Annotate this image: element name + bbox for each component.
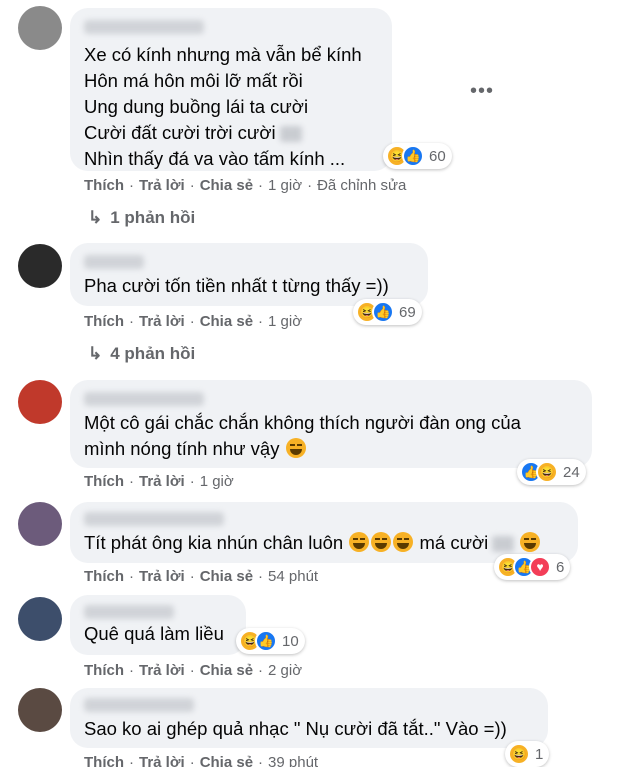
author-name[interactable]	[84, 512, 224, 526]
like-icon: 👍	[372, 301, 394, 323]
timestamp[interactable]: 1 giờ	[268, 313, 302, 330]
reaction-count: 1	[535, 745, 544, 763]
comment-actions: Thích · Trả lời · Chia sẻ · 2 giờ	[84, 662, 303, 679]
reaction-count: 24	[563, 463, 580, 481]
love-icon: ♥	[529, 556, 551, 578]
blurred-emoji	[279, 126, 302, 143]
edited-label: Đã chỉnh sửa	[317, 177, 407, 194]
reaction-count: 6	[556, 558, 565, 576]
avatar[interactable]	[18, 244, 62, 288]
haha-emoji-icon	[393, 532, 414, 552]
share-button[interactable]: Chia sẻ	[200, 662, 253, 679]
like-icon: 👍	[402, 145, 424, 167]
like-button[interactable]: Thích	[84, 754, 124, 767]
timestamp[interactable]: 54 phút	[268, 568, 318, 585]
author-name[interactable]	[84, 698, 194, 712]
like-button[interactable]: Thích	[84, 568, 124, 585]
haha-icon: 😆	[536, 461, 558, 483]
comment-text: Pha cười tốn tiền nhất t từng thấy =))	[84, 275, 389, 296]
comment-text: Sao ko ai ghép quả nhạc " Nụ cười đã tắt…	[84, 718, 507, 739]
comment-text: Một cô gái chắc chắn không thích người đ…	[84, 412, 521, 459]
reaction-count: 10	[282, 632, 299, 650]
share-button[interactable]: Chia sẻ	[200, 754, 253, 767]
haha-icon: 😆	[508, 743, 530, 765]
reply-button[interactable]: Trả lời	[139, 568, 185, 585]
like-icon: 👍	[255, 630, 277, 652]
reaction-summary[interactable]: 😆 👍 10	[236, 628, 305, 654]
author-name[interactable]	[84, 255, 144, 269]
rofl-emoji-icon	[285, 438, 306, 458]
reply-button[interactable]: Trả lời	[139, 177, 185, 194]
view-replies-link[interactable]: ↳ 1 phản hồi	[88, 208, 195, 228]
share-button[interactable]: Chia sẻ	[200, 313, 253, 330]
like-button[interactable]: Thích	[84, 177, 124, 194]
like-button[interactable]: Thích	[84, 662, 124, 679]
comment-text: Xe có kính nhưng mà vẫn bể kính Hôn má h…	[84, 44, 362, 169]
blurred-emoji	[492, 536, 515, 553]
comment-text: Quê quá làm liều	[84, 623, 224, 644]
comment-actions: Thích · Trả lời · Chia sẻ · 1 giờ · Đã chỉnh sửa	[84, 177, 407, 194]
reaction-summary[interactable]: 😆 👍 ♥ 6	[494, 554, 571, 580]
reaction-count: 60	[429, 147, 446, 165]
share-button[interactable]: Chia sẻ	[200, 568, 253, 585]
avatar[interactable]	[18, 597, 62, 641]
laughing-emoji-icon	[520, 532, 541, 552]
author-name[interactable]	[84, 20, 204, 34]
reaction-summary[interactable]: 😆 👍 69	[353, 299, 422, 325]
haha-emoji-icon	[349, 532, 370, 552]
more-options-icon[interactable]: •••	[470, 80, 494, 103]
reply-arrow-icon: ↳	[88, 208, 103, 227]
comment-actions: Thích · Trả lời · Chia sẻ · 39 phút	[84, 754, 318, 767]
comment-actions: Thích · Trả lời · Chia sẻ · 54 phút	[84, 568, 319, 585]
like-button[interactable]: Thích	[84, 313, 124, 330]
avatar[interactable]	[18, 6, 62, 50]
reaction-summary[interactable]: 😆 👍 60	[383, 143, 452, 169]
like-button[interactable]: Thích	[84, 473, 124, 490]
comment-bubble: Quê quá làm liều	[70, 595, 246, 655]
timestamp[interactable]: 2 giờ	[268, 662, 302, 679]
view-replies-link[interactable]: ↳ 4 phản hồi	[88, 344, 195, 364]
comment-bubble: Pha cười tốn tiền nhất t từng thấy =))	[70, 243, 428, 306]
timestamp[interactable]: 1 giờ	[200, 473, 234, 490]
reply-button[interactable]: Trả lời	[139, 662, 185, 679]
comment-actions: Thích · Trả lời · 1 giờ	[84, 473, 234, 490]
reply-button[interactable]: Trả lời	[139, 473, 185, 490]
comment-actions: Thích · Trả lời · Chia sẻ · 1 giờ	[84, 313, 303, 330]
comment-text: Tít phát ông kia nhún chân luôn má cười	[84, 530, 541, 556]
comment-bubble: Một cô gái chắc chắn không thích người đ…	[70, 380, 592, 468]
timestamp[interactable]: 39 phút	[268, 754, 318, 767]
comment-bubble: Sao ko ai ghép quả nhạc " Nụ cười đã tắt…	[70, 688, 548, 748]
reply-button[interactable]: Trả lời	[139, 754, 185, 767]
haha-emoji-icon	[371, 532, 392, 552]
avatar[interactable]	[18, 380, 62, 424]
author-name[interactable]	[84, 605, 174, 619]
avatar[interactable]	[18, 688, 62, 732]
reaction-summary[interactable]: 😆 1	[505, 741, 550, 767]
timestamp[interactable]: 1 giờ	[268, 177, 302, 194]
reaction-summary[interactable]: 👍 😆 24	[517, 459, 586, 485]
author-name[interactable]	[84, 392, 204, 406]
reaction-count: 69	[399, 303, 416, 321]
reply-button[interactable]: Trả lời	[139, 313, 185, 330]
avatar[interactable]	[18, 502, 62, 546]
reply-arrow-icon: ↳	[88, 344, 103, 363]
comment-bubble: Xe có kính nhưng mà vẫn bể kính Hôn má h…	[70, 8, 392, 171]
share-button[interactable]: Chia sẻ	[200, 177, 253, 194]
